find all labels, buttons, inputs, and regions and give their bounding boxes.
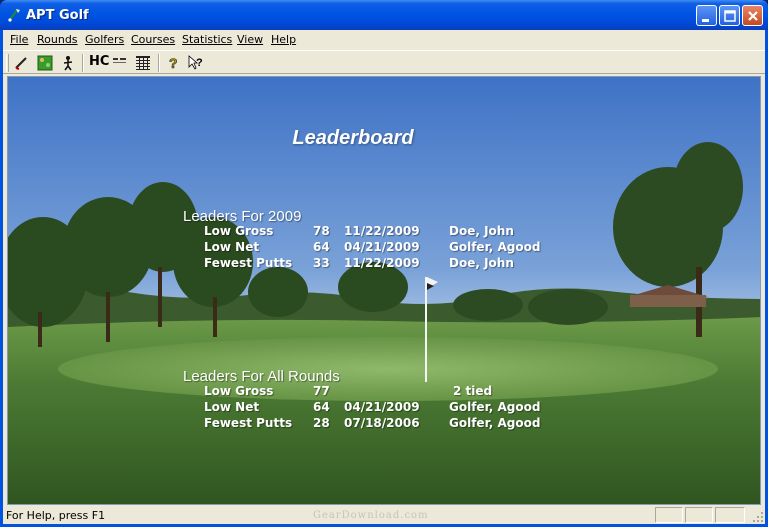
status-bar: For Help, press F1 GearDownload.com: [3, 506, 765, 524]
scorecard-button[interactable]: [110, 53, 130, 73]
course-map-button[interactable]: [35, 53, 55, 73]
window-frame: File Rounds Golfers Courses Statistics V…: [3, 30, 765, 524]
window-title: APT Golf: [26, 8, 89, 23]
toolbar-separator: [158, 54, 160, 72]
golfer-name: Golfer, Agood: [449, 240, 541, 254]
handicap-button[interactable]: HC: [89, 54, 109, 69]
minimize-icon: [702, 19, 709, 22]
category-label: Low Net: [204, 240, 260, 254]
golf-club-icon: [8, 9, 20, 22]
svg-text:?: ?: [196, 57, 203, 69]
score-value: 78: [313, 224, 330, 238]
golfer-name: 2 tied: [453, 384, 493, 398]
round-date: 04/21/2009: [344, 400, 420, 414]
context-help-button[interactable]: ?: [186, 53, 206, 73]
watermark: GearDownload.com: [313, 510, 429, 521]
course-map-icon: [37, 55, 53, 71]
app-window: APT Golf File Rounds Golfers Courses Sta…: [0, 0, 768, 527]
category-label: Fewest Putts: [204, 416, 293, 430]
round-date: 07/18/2006: [344, 416, 420, 430]
score-value: 64: [313, 400, 330, 414]
stats-grid-icon: [136, 56, 150, 70]
round-date: 11/22/2009: [344, 256, 420, 270]
leaderboard-view: Leaderboard Leaders For 2009 Low Gross 7…: [7, 76, 761, 505]
status-pane: [715, 507, 745, 523]
menu-help[interactable]: Help: [271, 33, 296, 46]
menu-rounds[interactable]: Rounds: [37, 33, 78, 46]
edit-round-icon: [15, 57, 27, 70]
maximize-icon: [724, 10, 736, 22]
menu-file[interactable]: File: [10, 33, 28, 46]
golfer-name: Golfer, Agood: [449, 416, 541, 430]
help-button[interactable]: ?: [163, 53, 183, 73]
svg-text:?: ?: [169, 55, 178, 71]
toolbar-separator: [82, 54, 84, 72]
menu-view[interactable]: View: [237, 33, 263, 46]
close-button[interactable]: [742, 5, 763, 26]
leaderboard-title: Leaderboard: [292, 127, 414, 149]
title-bar[interactable]: APT Golf: [0, 0, 768, 30]
score-value: 33: [313, 256, 330, 270]
menu-golfers[interactable]: Golfers: [85, 33, 124, 46]
golfer-name: Golfer, Agood: [449, 400, 541, 414]
status-pane: [685, 507, 713, 523]
score-value: 77: [313, 384, 330, 398]
golfer-button[interactable]: [58, 53, 78, 73]
toolbar: HC ? ?: [3, 50, 765, 74]
golfer-icon: [63, 56, 73, 71]
menu-courses[interactable]: Courses: [131, 33, 175, 46]
category-label: Low Net: [204, 400, 260, 414]
stats-grid-button[interactable]: [133, 53, 153, 73]
menu-bar: File Rounds Golfers Courses Statistics V…: [3, 30, 765, 49]
minimize-button[interactable]: [696, 5, 717, 26]
menu-statistics[interactable]: Statistics: [182, 33, 232, 46]
resize-grip-icon[interactable]: [752, 511, 764, 523]
category-label: Low Gross: [204, 224, 274, 238]
round-date: 11/22/2009: [344, 224, 420, 238]
edit-round-button[interactable]: [12, 53, 32, 73]
help-icon: ?: [169, 55, 178, 71]
category-label: Fewest Putts: [204, 256, 293, 270]
golfer-name: Doe, John: [449, 224, 514, 238]
category-label: Low Gross: [204, 384, 274, 398]
score-value: 28: [313, 416, 330, 430]
scorecard-icon: [113, 58, 126, 63]
score-value: 64: [313, 240, 330, 254]
close-icon: [748, 11, 758, 21]
year-section-title: Leaders For 2009: [183, 208, 302, 225]
all-rounds-section-title: Leaders For All Rounds: [183, 368, 340, 385]
golfer-name: Doe, John: [449, 256, 514, 270]
status-pane: [655, 507, 683, 523]
context-help-icon: ?: [188, 55, 203, 70]
toolbar-grip[interactable]: [6, 54, 9, 72]
maximize-button[interactable]: [719, 5, 740, 26]
round-date: 04/21/2009: [344, 240, 420, 254]
status-text: For Help, press F1: [6, 509, 106, 522]
